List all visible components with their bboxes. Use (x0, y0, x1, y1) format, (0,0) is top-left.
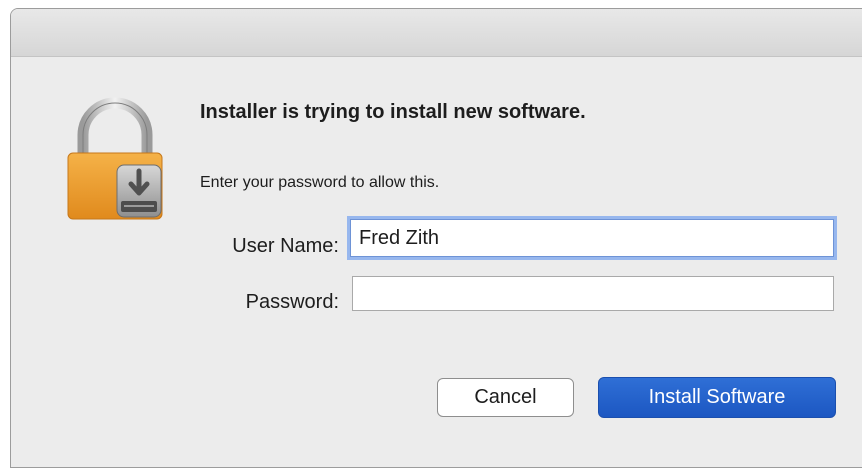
install-software-button[interactable]: Install Software (598, 377, 836, 418)
password-dialog: Installer is trying to install new softw… (10, 8, 862, 468)
password-label: Password: (245, 291, 339, 313)
lock-icon (65, 97, 165, 225)
username-field[interactable] (350, 219, 834, 257)
dialog-heading: Installer is trying to install new softw… (200, 101, 586, 123)
cancel-button[interactable]: Cancel (437, 378, 574, 417)
title-bar[interactable] (11, 9, 862, 57)
password-field[interactable] (352, 276, 834, 311)
dialog-message: Enter your password to allow this. (200, 174, 440, 191)
username-label: User Name: (232, 235, 339, 257)
